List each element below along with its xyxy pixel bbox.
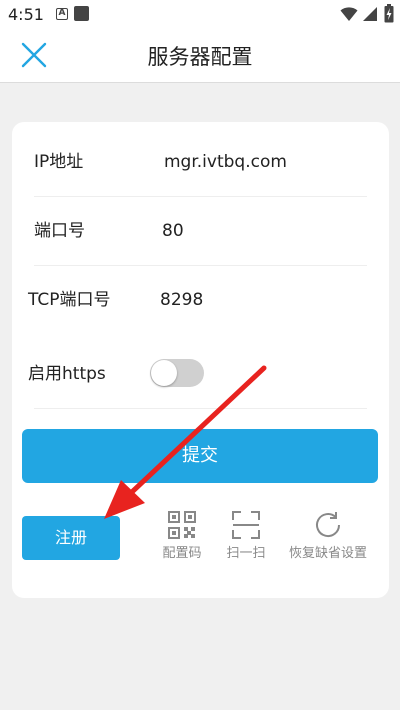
qr-code-icon (168, 511, 196, 539)
https-label: 启用https (28, 364, 106, 384)
toggle-knob (151, 360, 177, 386)
status-bar: 4:51 A (0, 0, 400, 28)
notification-square-icon (74, 6, 89, 21)
config-code-label: 配置码 (162, 546, 202, 561)
status-time: 4:51 (8, 5, 44, 24)
restore-defaults-button[interactable]: 恢复缺省设置 (284, 510, 372, 561)
server-config-card: IP地址 mgr.ivtbq.com 端口号 80 TCP端口号 8298 启用… (12, 122, 389, 598)
https-toggle[interactable] (150, 359, 204, 387)
restore-defaults-label: 恢复缺省设置 (288, 546, 367, 561)
refresh-icon (316, 512, 341, 538)
config-code-button[interactable]: 配置码 (157, 510, 207, 561)
register-button[interactable]: 注册 (22, 516, 120, 560)
submit-button[interactable]: 提交 (22, 429, 378, 483)
tcp-port-field[interactable]: 8298 (160, 266, 203, 334)
scan-button[interactable]: 扫一扫 (220, 510, 272, 561)
ip-address-label: IP地址 (34, 152, 84, 172)
tcp-port-row: TCP端口号 8298 (28, 266, 367, 334)
port-row: 端口号 80 (34, 197, 367, 266)
page-title: 服务器配置 (147, 45, 253, 69)
battery-icon (384, 4, 394, 23)
ip-address-row: IP地址 mgr.ivtbq.com (34, 128, 367, 197)
signal-icon (363, 7, 377, 21)
scan-icon (232, 511, 260, 539)
scan-label: 扫一扫 (226, 546, 266, 561)
app-header: 服务器配置 (0, 28, 400, 83)
port-label: 端口号 (34, 221, 85, 241)
notification-a-icon: A (56, 8, 68, 20)
tcp-port-label: TCP端口号 (28, 290, 111, 310)
wifi-icon (340, 7, 358, 21)
ip-address-field[interactable]: mgr.ivtbq.com (164, 128, 287, 196)
port-field[interactable]: 80 (162, 197, 184, 265)
